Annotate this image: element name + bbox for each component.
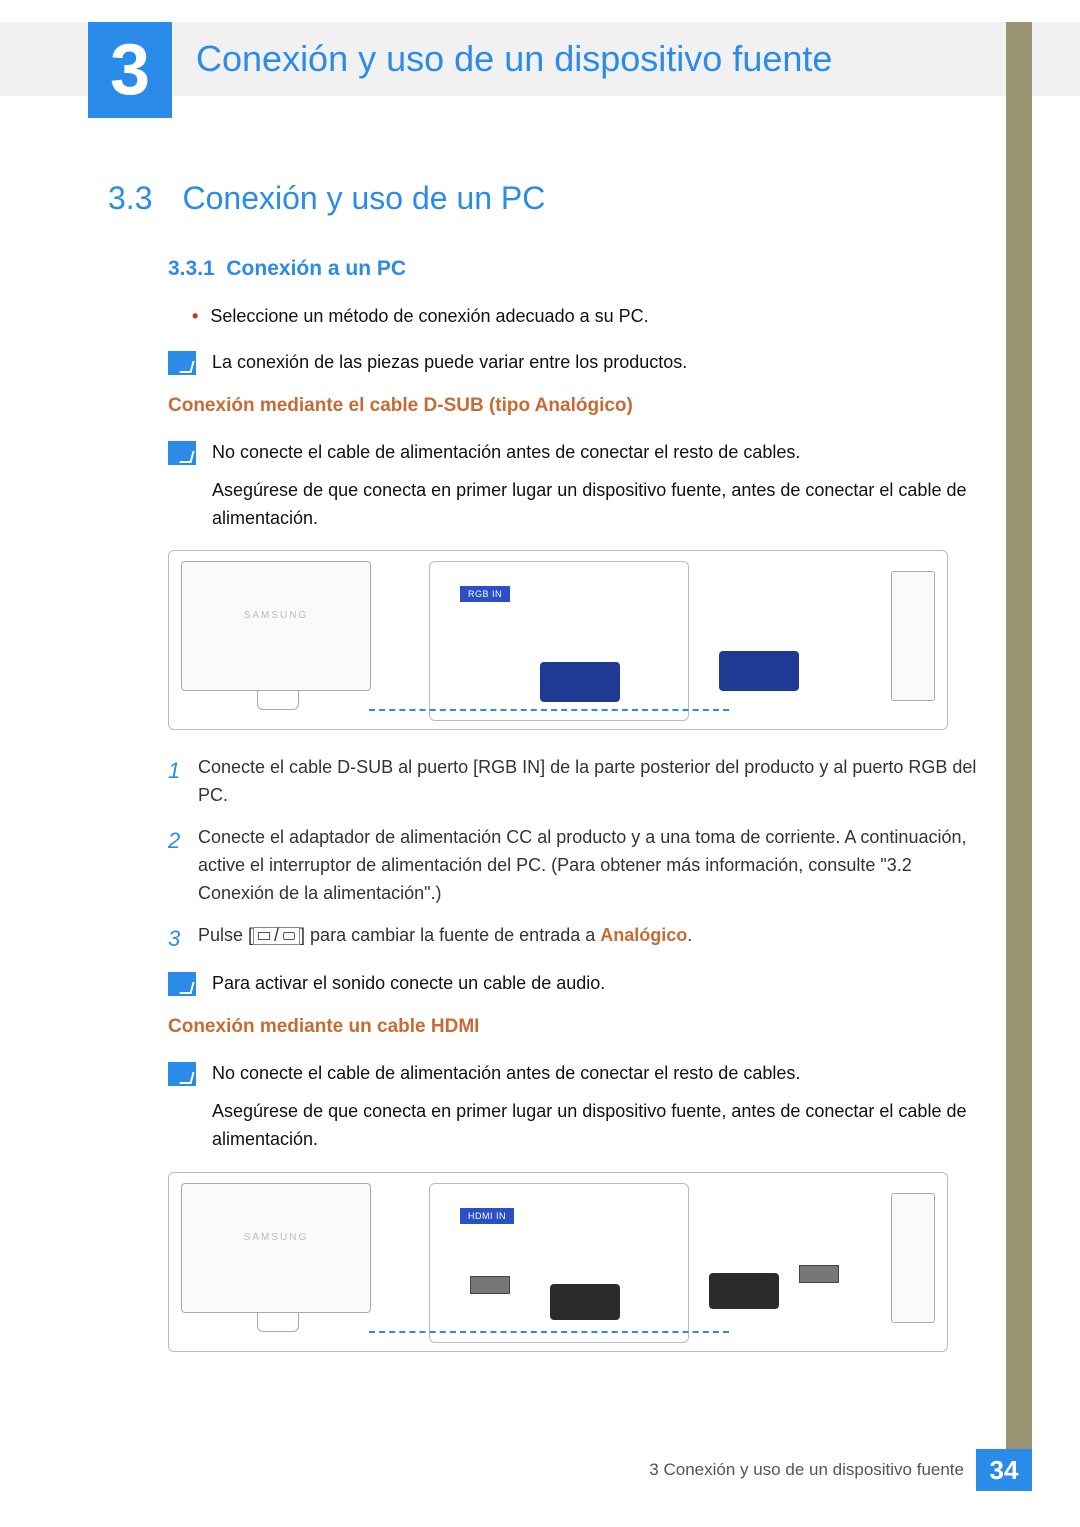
sub-heading-dsub: Conexión mediante el cable D-SUB (tipo A… — [168, 395, 978, 417]
dsub-connector-right — [719, 651, 799, 691]
hdmi-plug-right — [799, 1265, 839, 1283]
subsection-number: 3.3.1 — [168, 257, 215, 280]
note-icon — [168, 972, 196, 996]
bullet-icon: • — [192, 303, 198, 331]
pc-illustration — [891, 571, 935, 701]
cable-line — [369, 1331, 729, 1333]
side-bar — [1006, 22, 1032, 1482]
bullet-item: • Seleccione un método de conexión adecu… — [168, 303, 978, 331]
section-title: Conexión y uso de un PC — [182, 180, 545, 217]
note-line-2: Asegúrese de que conecta en primer lugar… — [212, 1098, 978, 1154]
hdmi-connector-left — [550, 1284, 620, 1320]
hdmi-connector-right — [709, 1273, 779, 1309]
step-number: 2 — [168, 824, 198, 908]
step-number: 3 — [168, 922, 198, 956]
port-label-rgb: RGB IN — [460, 586, 510, 602]
diagram-hdmi: SAMSUNG HDMI IN — [168, 1172, 948, 1352]
port-panel: HDMI IN — [429, 1183, 689, 1343]
step-number: 1 — [168, 754, 198, 810]
note: La conexión de las piezas puede variar e… — [168, 349, 978, 377]
step3-dot: . — [687, 925, 692, 945]
section-heading: 3.3 Conexión y uso de un PC — [108, 180, 978, 217]
note-text: Para activar el sonido conecte un cable … — [212, 970, 978, 998]
note-icon — [168, 441, 196, 465]
step-row: 3 Pulse [/] para cambiar la fuente de en… — [168, 922, 978, 956]
note-text: No conecte el cable de alimentación ante… — [212, 1060, 978, 1154]
step3-mode: Analógico — [600, 925, 687, 945]
note-line-1: No conecte el cable de alimentación ante… — [212, 439, 978, 467]
monitor-brand: SAMSUNG — [182, 610, 370, 621]
footer-chapter-text: 3 Conexión y uso de un dispositivo fuent… — [649, 1460, 964, 1480]
port-label-hdmi: HDMI IN — [460, 1208, 514, 1224]
note-text: La conexión de las piezas puede variar e… — [212, 349, 978, 377]
subsection-heading: 3.3.1 Conexión a un PC — [168, 257, 978, 281]
note-icon — [168, 351, 196, 375]
note: Para activar el sonido conecte un cable … — [168, 970, 978, 998]
step-text: Pulse [/] para cambiar la fuente de entr… — [198, 922, 978, 956]
page-content: 3.3 Conexión y uso de un PC 3.3.1 Conexi… — [108, 180, 978, 1376]
step3-post: ] para cambiar la fuente de entrada a — [300, 925, 600, 945]
bullet-text: Seleccione un método de conexión adecuad… — [210, 303, 648, 331]
source-button-icon: / — [253, 927, 300, 945]
monitor-illustration: SAMSUNG — [181, 1183, 371, 1313]
note: No conecte el cable de alimentación ante… — [168, 439, 978, 533]
step-text: Conecte el cable D-SUB al puerto [RGB IN… — [198, 754, 978, 810]
note-text: No conecte el cable de alimentación ante… — [212, 439, 978, 533]
step-row: 1 Conecte el cable D-SUB al puerto [RGB … — [168, 754, 978, 810]
diagram-dsub: SAMSUNG RGB IN — [168, 550, 948, 730]
hdmi-plug-left — [470, 1276, 510, 1294]
dsub-connector-left — [540, 662, 620, 702]
subsection-title: Conexión a un PC — [226, 257, 406, 280]
note-line-1: No conecte el cable de alimentación ante… — [212, 1060, 978, 1088]
monitor-brand: SAMSUNG — [182, 1232, 370, 1243]
cable-line — [369, 709, 729, 711]
monitor-illustration: SAMSUNG — [181, 561, 371, 691]
section-number: 3.3 — [108, 180, 152, 217]
note-icon — [168, 1062, 196, 1086]
step3-pre: Pulse [ — [198, 925, 253, 945]
sub-heading-hdmi: Conexión mediante un cable HDMI — [168, 1016, 978, 1038]
step-text: Conecte el adaptador de alimentación CC … — [198, 824, 978, 908]
port-panel: RGB IN — [429, 561, 689, 721]
step-row: 2 Conecte el adaptador de alimentación C… — [168, 824, 978, 908]
page-number: 34 — [976, 1449, 1032, 1491]
note-line-2: Asegúrese de que conecta en primer lugar… — [212, 477, 978, 533]
chapter-number-badge: 3 — [88, 22, 172, 118]
chapter-title: Conexión y uso de un dispositivo fuente — [196, 38, 832, 80]
page-footer: 3 Conexión y uso de un dispositivo fuent… — [649, 1449, 1032, 1491]
note: No conecte el cable de alimentación ante… — [168, 1060, 978, 1154]
pc-illustration — [891, 1193, 935, 1323]
